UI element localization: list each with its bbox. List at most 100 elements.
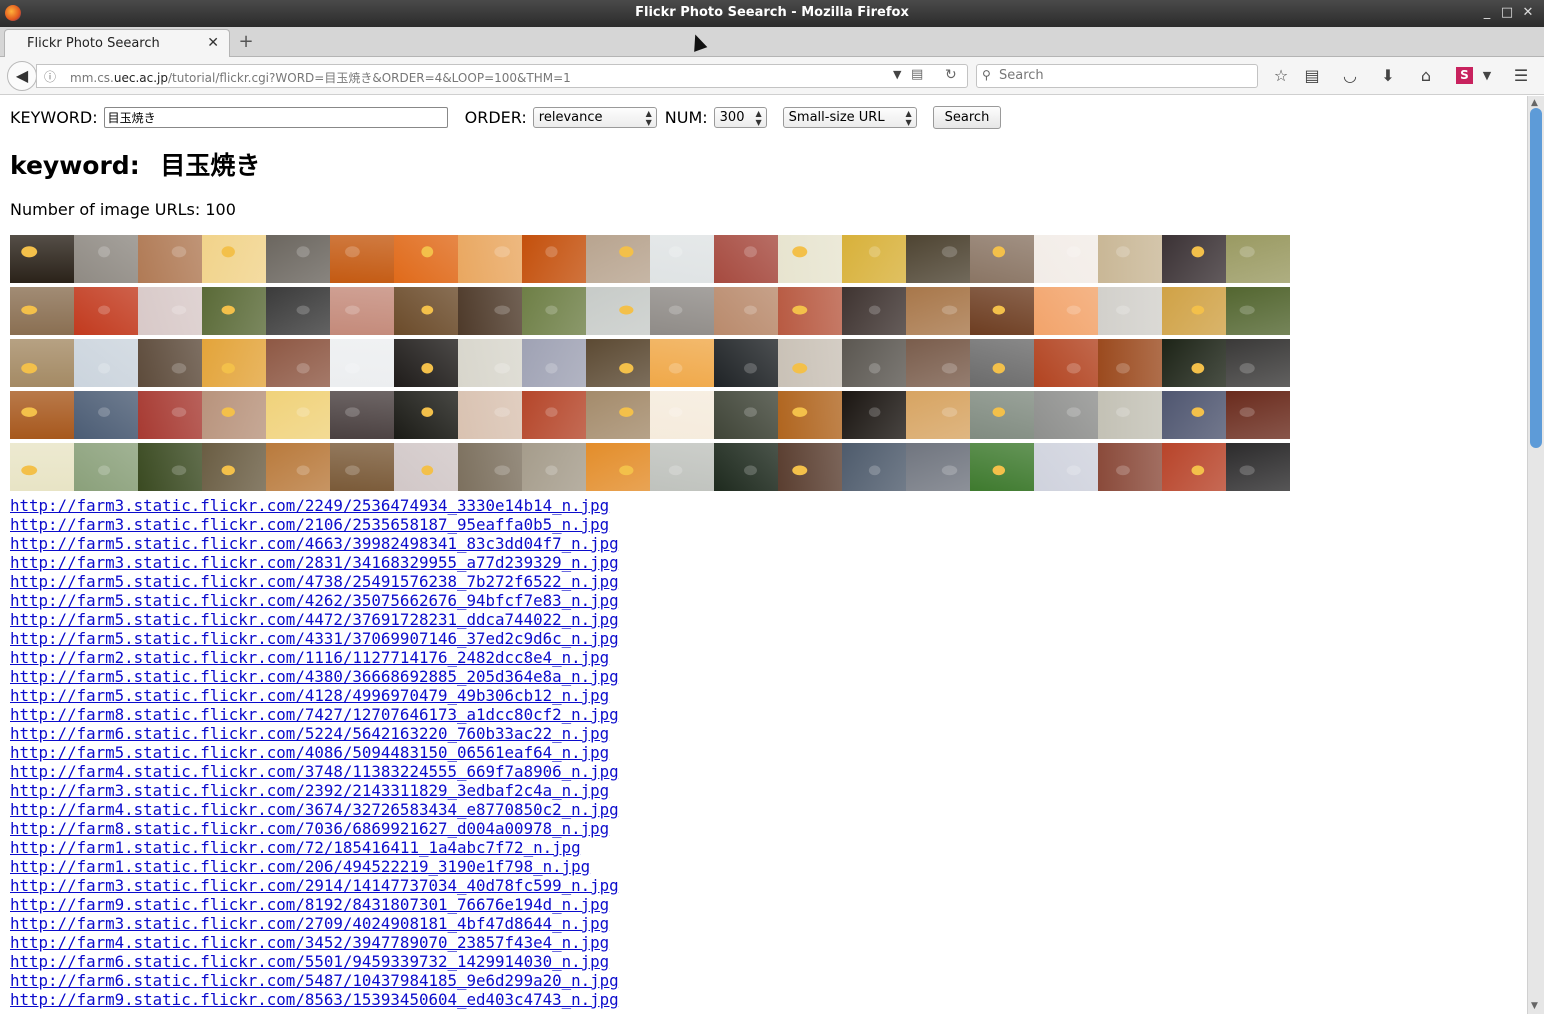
image-url-link[interactable]: http://farm3.static.flickr.com/2249/2536… [10,496,619,515]
image-url-link[interactable]: http://farm2.static.flickr.com/1116/1127… [10,648,619,667]
thumbnail-image[interactable] [1034,287,1098,335]
thumbnail-image[interactable] [330,391,394,439]
url-bar[interactable]: ⓘ mm.cs.uec.ac.jp/tutorial/flickr.cgi?WO… [36,64,968,88]
extension-dropdown-icon[interactable]: ▼ [1476,66,1498,88]
image-url-link[interactable]: http://farm1.static.flickr.com/72/185416… [10,838,619,857]
thumbnail-image[interactable] [1226,339,1290,387]
thumbnail-image[interactable] [202,339,266,387]
image-url-link[interactable]: http://farm5.static.flickr.com/4380/3666… [10,667,619,686]
search-button[interactable]: Search [932,105,1002,129]
thumbnail-image[interactable] [970,443,1034,491]
image-url-link[interactable]: http://farm5.static.flickr.com/4331/3706… [10,629,619,648]
thumbnail-image[interactable] [266,339,330,387]
thumbnail-image[interactable] [10,287,74,335]
thumbnail-image[interactable] [970,235,1034,283]
downloads-icon[interactable]: ⬇ [1377,66,1399,88]
thumbnail-image[interactable] [906,339,970,387]
url-dropdown-icon[interactable]: ▼ [893,68,901,81]
thumbnail-image[interactable] [330,287,394,335]
thumbnail-image[interactable] [1098,339,1162,387]
image-url-link[interactable]: http://farm5.static.flickr.com/4086/5094… [10,743,619,762]
thumbnail-image[interactable] [74,443,138,491]
thumbnail-image[interactable] [586,235,650,283]
thumbnail-image[interactable] [1098,287,1162,335]
thumbnail-image[interactable] [394,391,458,439]
image-url-link[interactable]: http://farm6.static.flickr.com/5487/1043… [10,971,619,990]
minimize-icon[interactable]: _ [1478,4,1496,22]
thumbnail-image[interactable] [778,287,842,335]
thumbnail-image[interactable] [842,339,906,387]
thumbnail-image[interactable] [778,235,842,283]
thumbnail-image[interactable] [10,339,74,387]
thumbnail-image[interactable] [74,339,138,387]
thumbnail-image[interactable] [1226,443,1290,491]
thumbnail-image[interactable] [842,443,906,491]
thumbnail-image[interactable] [1098,235,1162,283]
image-url-link[interactable]: http://farm5.static.flickr.com/4738/2549… [10,572,619,591]
url-text[interactable]: mm.cs.uec.ac.jp/tutorial/flickr.cgi?WORD… [70,69,571,86]
thumbnail-image[interactable] [10,391,74,439]
image-url-link[interactable]: http://farm8.static.flickr.com/7427/1270… [10,705,619,724]
thumbnail-image[interactable] [586,339,650,387]
thumbnail-image[interactable] [1034,235,1098,283]
back-arrow-icon[interactable]: ◀ [7,61,37,91]
scroll-down-icon[interactable]: ▼ [1531,1001,1538,1011]
thumbnail-image[interactable] [266,443,330,491]
thumbnail-image[interactable] [1162,287,1226,335]
thumbnail-image[interactable] [330,235,394,283]
image-url-link[interactable]: http://farm5.static.flickr.com/4128/4996… [10,686,619,705]
image-url-link[interactable]: http://farm9.static.flickr.com/8192/8431… [10,895,619,914]
image-url-link[interactable]: http://farm5.static.flickr.com/4472/3769… [10,610,619,629]
tab-close-icon[interactable]: ✕ [207,35,219,51]
reader-view-icon[interactable]: ▤ [911,67,923,82]
thumbnail-image[interactable] [458,391,522,439]
image-url-link[interactable]: http://farm8.static.flickr.com/7036/6869… [10,819,619,838]
thumbnail-image[interactable] [394,443,458,491]
thumbnail-image[interactable] [522,391,586,439]
thumbnail-image[interactable] [586,443,650,491]
thumbnail-image[interactable] [970,391,1034,439]
thumbnail-image[interactable] [522,235,586,283]
scroll-up-icon[interactable]: ▲ [1531,98,1538,108]
extension-s-icon[interactable]: S [1456,67,1473,84]
thumbnail-image[interactable] [74,235,138,283]
thumbnail-image[interactable] [138,391,202,439]
thumbnail-image[interactable] [650,235,714,283]
search-bar[interactable]: ⚲ [976,64,1258,88]
thumbnail-image[interactable] [74,287,138,335]
thumbnail-image[interactable] [458,287,522,335]
thumbnail-image[interactable] [10,235,74,283]
thumbnail-image[interactable] [842,391,906,439]
thumbnail-mode-select[interactable]: Small-size URL ▲ ▼ [782,106,917,128]
thumbnail-image[interactable] [778,339,842,387]
thumbnail-image[interactable] [906,391,970,439]
thumbnail-image[interactable] [778,443,842,491]
image-url-link[interactable]: http://farm3.static.flickr.com/2831/3416… [10,553,619,572]
thumbnail-image[interactable] [394,235,458,283]
thumbnail-image[interactable] [714,235,778,283]
thumbnail-image[interactable] [138,235,202,283]
thumbnail-image[interactable] [1226,287,1290,335]
image-url-link[interactable]: http://farm5.static.flickr.com/4663/3998… [10,534,619,553]
image-url-link[interactable]: http://farm1.static.flickr.com/206/49452… [10,857,619,876]
thumbnail-image[interactable] [714,391,778,439]
thumbnail-image[interactable] [1162,391,1226,439]
thumbnail-image[interactable] [10,443,74,491]
thumbnail-image[interactable] [202,287,266,335]
image-url-link[interactable]: http://farm4.static.flickr.com/3674/3272… [10,800,619,819]
thumbnail-image[interactable] [714,287,778,335]
thumbnail-image[interactable] [202,443,266,491]
home-icon[interactable]: ⌂ [1415,66,1437,88]
thumbnail-image[interactable] [970,287,1034,335]
thumbnail-image[interactable] [522,443,586,491]
keyword-input[interactable] [103,106,448,128]
thumbnail-image[interactable] [266,287,330,335]
thumbnail-image[interactable] [1098,391,1162,439]
thumbnail-image[interactable] [202,391,266,439]
thumbnail-image[interactable] [906,443,970,491]
thumbnail-image[interactable] [1162,443,1226,491]
thumbnail-image[interactable] [650,443,714,491]
thumbnail-image[interactable] [266,391,330,439]
thumbnail-image[interactable] [650,287,714,335]
thumbnail-image[interactable] [714,339,778,387]
